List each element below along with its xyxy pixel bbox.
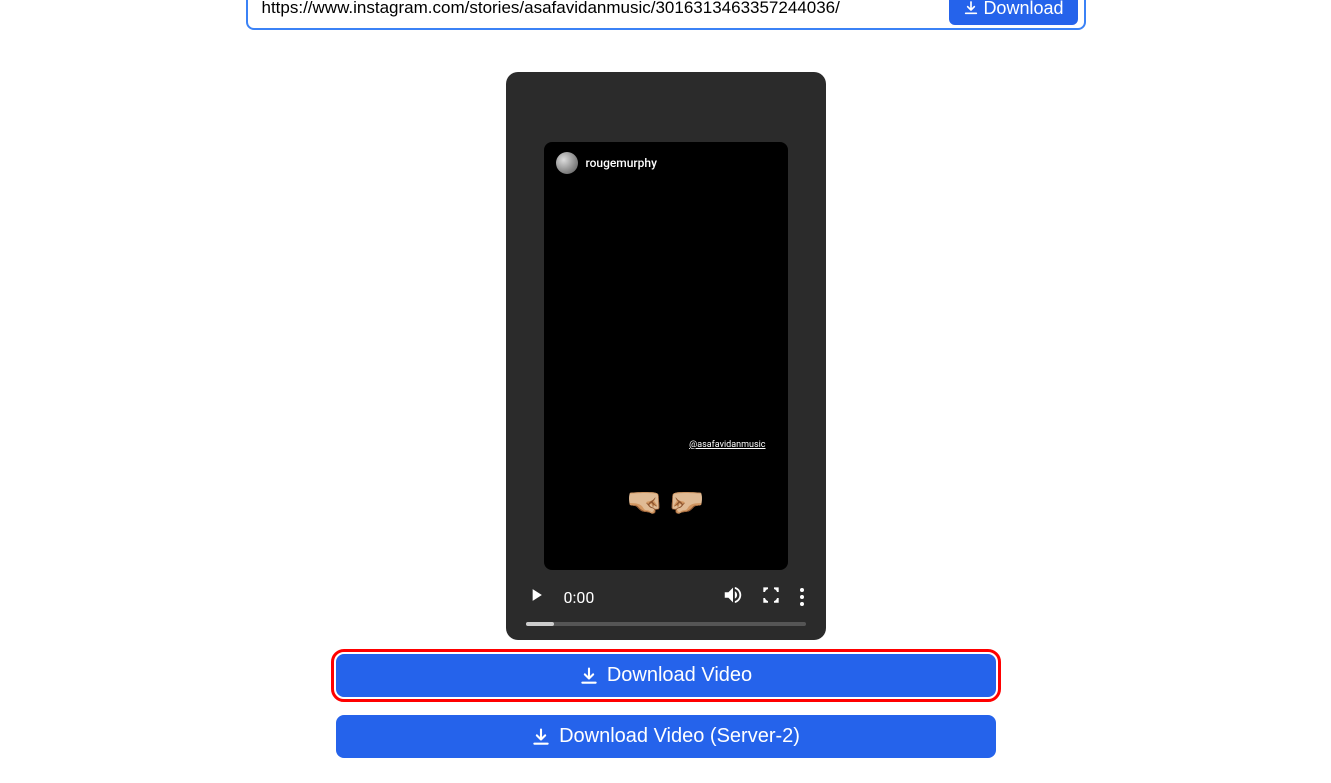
video-time: 0:00 xyxy=(564,588,704,607)
download-button-top[interactable]: Download xyxy=(949,0,1077,25)
volume-icon[interactable] xyxy=(722,584,744,610)
download-video-button[interactable]: Download Video xyxy=(336,654,996,697)
download-icon xyxy=(579,666,599,686)
story-frame: rougemurphy @asafavidanmusic 🤜🏼 🤛🏼 xyxy=(544,142,788,570)
download-video-server2-label: Download Video (Server-2) xyxy=(559,725,800,748)
fullscreen-icon[interactable] xyxy=(762,586,780,608)
url-bar: Download xyxy=(246,0,1086,30)
emoji-fist-left: 🤛🏼 xyxy=(668,485,705,520)
story-header: rougemurphy xyxy=(544,142,788,184)
avatar xyxy=(556,152,578,174)
video-preview: rougemurphy @asafavidanmusic 🤜🏼 🤛🏼 0:00 xyxy=(506,72,826,640)
story-mention: @asafavidanmusic xyxy=(689,440,765,450)
more-icon[interactable] xyxy=(798,588,806,606)
emoji-fist-right: 🤜🏼 xyxy=(626,485,663,520)
progress-bar[interactable] xyxy=(526,622,806,626)
story-emoji: 🤜🏼 🤛🏼 xyxy=(626,485,705,520)
progress-fill xyxy=(526,622,554,626)
download-icon xyxy=(963,0,979,16)
download-video-server2-button[interactable]: Download Video (Server-2) xyxy=(336,715,996,758)
download-video-label: Download Video xyxy=(607,664,752,687)
download-button-top-label: Download xyxy=(983,0,1063,19)
play-icon[interactable] xyxy=(526,585,546,609)
url-input[interactable] xyxy=(254,0,942,22)
video-controls: 0:00 xyxy=(506,570,826,616)
download-icon xyxy=(531,727,551,747)
download-buttons-group: Download Video Download Video (Server-2) xyxy=(336,654,996,758)
story-username: rougemurphy xyxy=(586,156,657,170)
